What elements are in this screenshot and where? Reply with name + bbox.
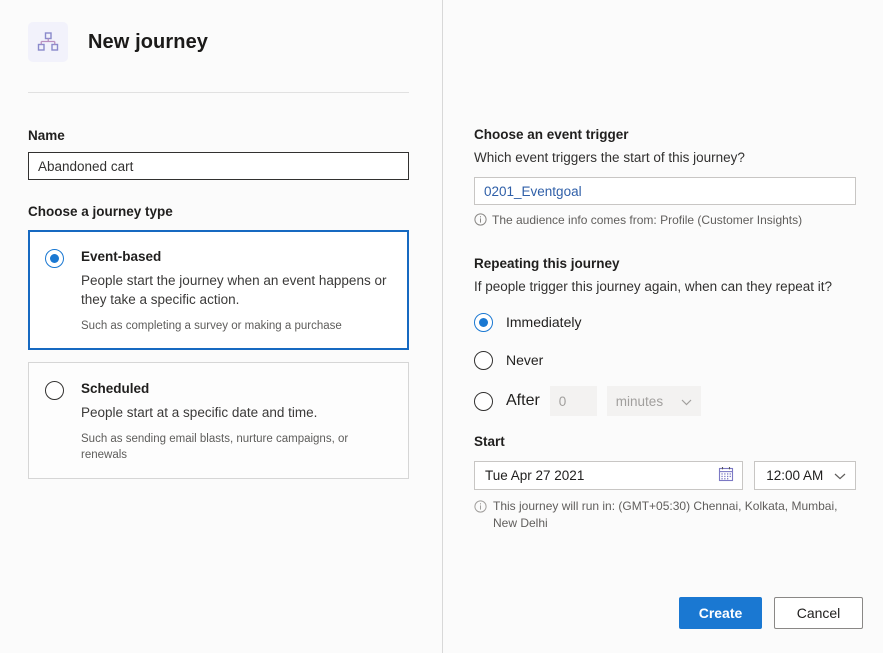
info-circle-icon: [474, 213, 487, 231]
header-divider: [28, 92, 409, 93]
option-title: Event-based: [81, 249, 162, 264]
journey-type-card-list: Event-based People start the journey whe…: [28, 230, 409, 479]
event-trigger-heading: Choose an event trigger: [474, 127, 629, 142]
option-description: People start at a specific date and time…: [81, 405, 318, 420]
after-unit-value: minutes: [615, 393, 664, 409]
repeat-option-immediately[interactable]: Immediately: [474, 310, 856, 334]
timezone-note-text: This journey will run in: (GMT+05:30) Ch…: [493, 499, 838, 530]
journey-type-option-scheduled[interactable]: Scheduled People start at a specific dat…: [28, 362, 409, 479]
repeating-heading: Repeating this journey: [474, 256, 620, 271]
repeat-option-after[interactable]: After minutes: [474, 386, 856, 416]
right-panel: Choose an event trigger Which event trig…: [443, 0, 883, 653]
option-hint: Such as completing a survey or making a …: [81, 320, 342, 332]
audience-info-text: The audience info comes from: Profile (C…: [492, 213, 803, 227]
option-hint: Such as sending email blasts, nurture ca…: [81, 433, 349, 461]
calendar-icon[interactable]: [718, 466, 734, 485]
timezone-note: This journey will run in: (GMT+05:30) Ch…: [474, 498, 839, 532]
repeating-journey-group: Repeating this journey If people trigger…: [474, 255, 856, 416]
event-trigger-input[interactable]: [474, 177, 856, 205]
journey-type-option-event-based[interactable]: Event-based People start the journey whe…: [28, 230, 409, 350]
radio-immediately[interactable]: [474, 312, 493, 332]
start-time-value: 12:00 AM: [766, 468, 824, 483]
journey-type-group: Choose a journey type Event-based People…: [28, 204, 409, 479]
start-group: Start Tue Apr 27 2021 12:00 AM This jour…: [474, 433, 856, 532]
option-title: Scheduled: [81, 381, 150, 396]
chevron-down-icon: [681, 394, 692, 409]
footer-actions: Create Cancel: [679, 597, 863, 629]
start-date-value: Tue Apr 27 2021: [485, 468, 585, 483]
after-amount-input[interactable]: [549, 386, 597, 416]
repeating-subheading: If people trigger this journey again, wh…: [474, 279, 832, 294]
start-time-dropdown[interactable]: 12:00 AM: [754, 461, 856, 490]
left-panel: New journey Name Choose a journey type E…: [0, 0, 442, 653]
start-label: Start: [474, 434, 505, 449]
radio-never[interactable]: [474, 350, 493, 370]
audience-info-note: The audience info comes from: Profile (C…: [474, 212, 856, 231]
repeat-option-never[interactable]: Never: [474, 348, 856, 372]
hierarchy-icon: [28, 22, 68, 62]
journey-type-option-text: Event-based People start the journey whe…: [81, 248, 391, 334]
event-trigger-subheading: Which event triggers the start of this j…: [474, 150, 745, 165]
after-unit-dropdown[interactable]: minutes: [606, 386, 701, 416]
chevron-down-icon: [834, 468, 846, 483]
radio-scheduled[interactable]: [45, 381, 64, 400]
repeat-option-label: Immediately: [506, 314, 582, 330]
start-row: Tue Apr 27 2021 12:00 AM: [474, 461, 856, 490]
journey-name-input[interactable]: [28, 152, 409, 180]
radio-after[interactable]: [474, 392, 493, 411]
name-field-group: Name: [28, 128, 409, 180]
start-date-picker[interactable]: Tue Apr 27 2021: [474, 461, 744, 490]
page-title: New journey: [88, 30, 209, 53]
repeat-option-label: After: [506, 392, 540, 409]
journey-type-label: Choose a journey type: [28, 204, 173, 219]
journey-type-option-text: Scheduled People start at a specific dat…: [81, 380, 392, 463]
name-label: Name: [28, 128, 65, 143]
create-button[interactable]: Create: [679, 597, 762, 629]
info-circle-icon: [474, 500, 487, 518]
repeat-option-label: Never: [506, 352, 544, 368]
option-description: People start the journey when an event h…: [81, 273, 387, 307]
radio-event-based[interactable]: [45, 249, 64, 268]
dialog-header: New journey: [0, 0, 442, 62]
new-journey-dialog: New journey Name Choose a journey type E…: [0, 0, 883, 653]
cancel-button[interactable]: Cancel: [774, 597, 863, 629]
event-trigger-group: Choose an event trigger Which event trig…: [474, 126, 856, 231]
